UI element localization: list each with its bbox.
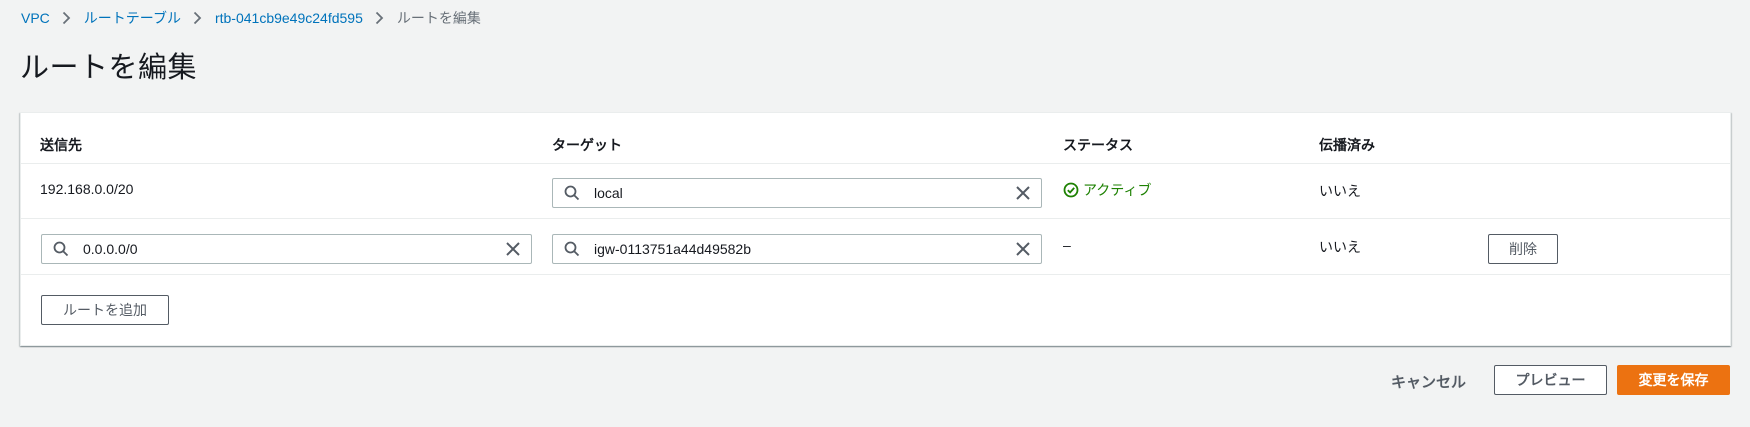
row-divider [21,163,1730,164]
add-route-button[interactable]: ルートを追加 [41,295,169,325]
breadcrumb: VPC ルートテーブル rtb-041cb9e49c24fd595 ルートを編集 [21,8,481,28]
status-text: – [1063,237,1071,253]
header-target: ターゲット [552,137,622,153]
close-icon[interactable] [505,241,521,257]
save-changes-button[interactable]: 変更を保存 [1617,365,1730,395]
close-icon[interactable] [1015,241,1031,257]
row-divider [21,274,1730,275]
breadcrumb-item-route-tables[interactable]: ルートテーブル [84,8,181,28]
status-badge: アクティブ [1063,180,1151,200]
route-destination-text: 192.168.0.0/20 [40,181,134,197]
search-icon [564,185,580,201]
preview-button[interactable]: プレビュー [1494,365,1607,395]
search-icon [564,241,580,257]
check-circle-icon [1063,182,1079,198]
destination-input-value[interactable]: 0.0.0.0/0 [83,241,505,257]
search-icon [53,241,69,257]
chevron-right-icon [363,11,397,25]
close-icon[interactable] [1015,185,1031,201]
row-divider [21,218,1730,219]
cancel-button[interactable]: キャンセル [1391,371,1466,392]
status-text: アクティブ [1083,182,1152,198]
propagated-text: いいえ [1319,183,1361,199]
target-input-value[interactable]: igw-0113751a44d49582b [594,241,1015,257]
target-input-value[interactable]: local [594,185,1015,201]
header-status: ステータス [1063,137,1133,153]
chevron-right-icon [181,11,215,25]
propagated-text: いいえ [1319,239,1361,255]
routes-panel: 送信先 ターゲット ステータス 伝播済み 192.168.0.0/20 loca… [20,112,1731,346]
page: VPC ルートテーブル rtb-041cb9e49c24fd595 ルートを編集… [0,0,1750,427]
chevron-right-icon [50,11,84,25]
breadcrumb-item-vpc[interactable]: VPC [21,10,50,26]
header-destination: 送信先 [40,137,82,153]
page-title: ルートを編集 [20,52,198,84]
target-input[interactable]: igw-0113751a44d49582b [552,234,1042,264]
remove-route-button[interactable]: 削除 [1488,234,1558,264]
destination-input[interactable]: 0.0.0.0/0 [41,234,532,264]
header-propagated: 伝播済み [1319,137,1375,153]
breadcrumb-item-route-table-id[interactable]: rtb-041cb9e49c24fd595 [215,10,363,26]
target-input[interactable]: local [552,178,1042,208]
breadcrumb-current: ルートを編集 [396,10,481,26]
